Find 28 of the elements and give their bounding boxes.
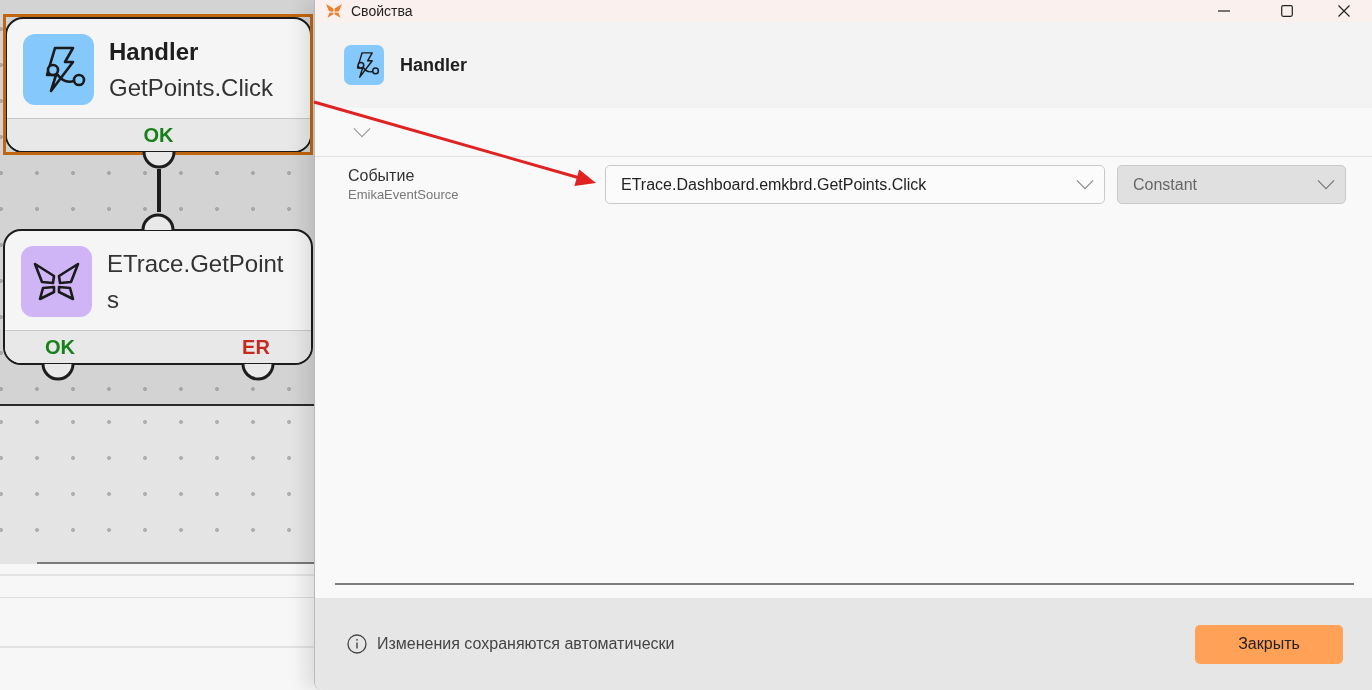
node-caption: ETrace.GetPoints [107,249,285,315]
property-type: EmikaEventSource [348,185,460,204]
output-port[interactable] [141,151,176,169]
butterfly-icon [21,246,92,317]
window-title: Свойства [351,1,413,21]
output-port[interactable] [41,363,75,381]
input-port[interactable] [141,211,175,230]
chevron-down-icon [1076,179,1094,190]
node-caption: GetPoints.Click [109,73,275,103]
butterfly-icon [325,2,343,20]
close-button[interactable]: Закрыть [1195,624,1343,664]
flow-node[interactable]: Handler GetPoints.Click OK [5,17,312,153]
maximize-icon[interactable] [1281,5,1293,17]
lightning-icon [344,45,384,85]
output-label: OK [143,123,174,147]
output-port[interactable] [241,363,275,381]
output-label: ER [242,335,270,359]
chevron-down-icon [1317,179,1335,190]
property-label: Событие [348,165,416,186]
flow-node[interactable]: ETrace.GetPoints OK ER [3,229,313,365]
autosave-note: Изменения сохраняются автоматически [377,634,675,654]
output-label: OK [45,335,75,359]
node-title: Handler [109,37,200,67]
header-title: Handler [400,53,468,77]
value-dropdown[interactable]: ETrace.Dashboard.emkbrd.GetPoints.Click [605,165,1105,204]
lightning-icon [23,34,94,105]
close-icon[interactable] [1338,5,1350,17]
info-icon [347,634,367,654]
